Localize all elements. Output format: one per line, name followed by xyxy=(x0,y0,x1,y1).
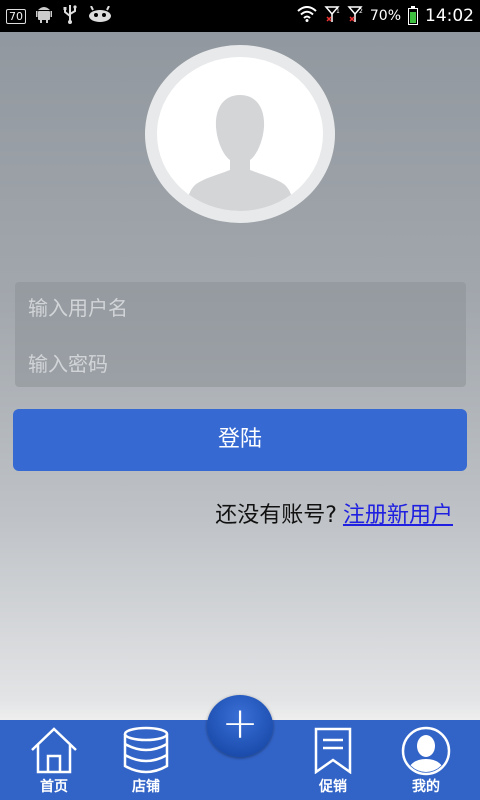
battery-level xyxy=(410,12,416,23)
nav-label-shop: 店铺 xyxy=(132,779,160,795)
status-bar: 70 1 2 70% 14:02 xyxy=(0,0,480,32)
android-icon xyxy=(36,5,52,27)
database-icon xyxy=(123,726,169,774)
svg-text:1: 1 xyxy=(336,8,340,15)
clock: 14:02 xyxy=(425,6,474,26)
nav-item-home[interactable]: 首页 xyxy=(14,720,94,800)
nav-label-mine: 我的 xyxy=(412,779,440,795)
user-silhouette-icon xyxy=(187,95,293,211)
wifi-icon xyxy=(297,6,317,26)
bug-icon xyxy=(88,5,112,26)
svg-text:2: 2 xyxy=(359,8,363,15)
nav-label-home: 首页 xyxy=(40,779,68,795)
user-icon xyxy=(401,726,451,776)
signal-2-icon: 2 xyxy=(347,5,363,27)
battery-icon xyxy=(408,5,418,25)
bookmark-icon xyxy=(314,727,352,774)
status-left: 70 xyxy=(6,0,112,32)
notification-badge: 70 xyxy=(6,8,26,24)
register-prompt: 还没有账号? 注册新用户 xyxy=(215,497,453,529)
nav-item-promotions[interactable]: 促销 xyxy=(293,720,373,800)
status-right: 1 2 70% 14:02 xyxy=(297,0,474,32)
login-form: 输入用户名 输入密码 xyxy=(15,282,466,387)
avatar[interactable] xyxy=(145,45,335,223)
nav-item-mine[interactable]: 我的 xyxy=(386,720,466,800)
password-input[interactable]: 输入密码 xyxy=(28,344,448,384)
login-button[interactable]: 登陆 xyxy=(13,409,467,471)
avatar-image xyxy=(157,57,323,211)
username-input[interactable]: 输入用户名 xyxy=(28,288,448,328)
signal-1-icon: 1 xyxy=(324,5,340,27)
nav-label-promotions: 促销 xyxy=(319,779,347,795)
nav-item-shop[interactable]: 店铺 xyxy=(106,720,186,800)
battery-percent: 70% xyxy=(369,8,401,24)
home-icon xyxy=(31,727,77,774)
add-button[interactable]: + xyxy=(207,695,273,757)
usb-icon xyxy=(62,4,78,28)
register-link[interactable]: 注册新用户 xyxy=(343,503,453,528)
no-account-text: 还没有账号? xyxy=(215,503,337,528)
